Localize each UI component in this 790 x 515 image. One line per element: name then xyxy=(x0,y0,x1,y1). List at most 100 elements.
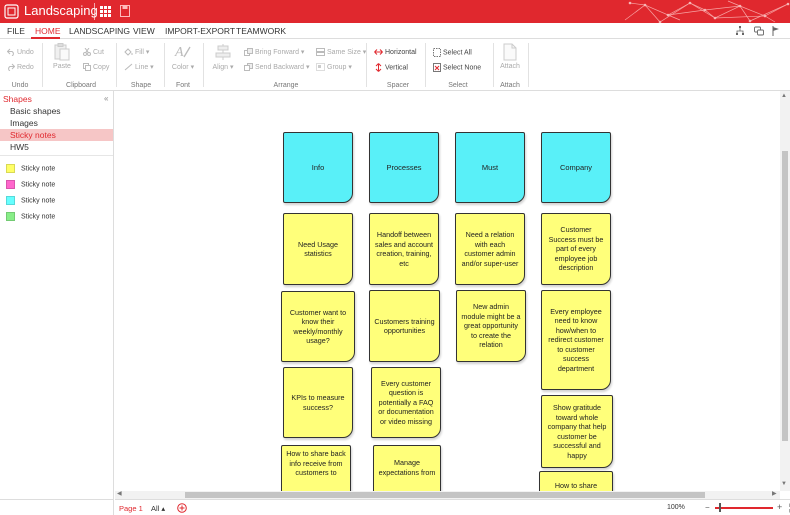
menu-file[interactable]: FILE xyxy=(7,26,25,36)
sticky-note-yellow-shape[interactable]: Sticky note xyxy=(6,164,55,176)
ribbon-divider xyxy=(203,43,204,87)
sticky-note-header-company[interactable]: Company xyxy=(541,132,611,203)
org-chart-icon[interactable] xyxy=(735,26,745,36)
shape-label: Sticky note xyxy=(21,165,56,173)
scroll-left-arrow-icon[interactable]: ◀ xyxy=(117,490,122,497)
panel-footer xyxy=(0,499,114,515)
category-hw5[interactable]: HW5 xyxy=(0,141,113,153)
all-pages-dropdown[interactable]: All ▴ xyxy=(151,504,165,513)
undo-label: Undo xyxy=(17,48,34,56)
sticky-note-header-must[interactable]: Must xyxy=(455,132,525,203)
align-label: Align xyxy=(212,64,229,71)
sticky-note[interactable]: KPIs to measure success? xyxy=(283,367,353,438)
sticky-note-header-info[interactable]: Info xyxy=(283,132,353,203)
font-color-button[interactable]: A Color ▾ xyxy=(168,43,198,71)
redo-label: Redo xyxy=(17,63,34,71)
sticky-note-green-shape[interactable]: Sticky note xyxy=(6,212,55,224)
undo-button[interactable]: Undo xyxy=(7,48,34,56)
menu-teamwork[interactable]: TEAMWORK xyxy=(236,26,286,36)
sticky-note[interactable]: Every customer question is potentially a… xyxy=(371,367,441,438)
flag-icon[interactable] xyxy=(771,26,781,36)
select-all-button[interactable]: Select All xyxy=(433,48,472,57)
redo-button[interactable]: Redo xyxy=(7,63,34,71)
bring-forward-button[interactable]: Bring Forward ▾ xyxy=(244,48,304,57)
ribbon-divider xyxy=(42,43,43,87)
zoom-slider-handle[interactable] xyxy=(719,503,721,512)
send-backward-button[interactable]: Send Backward ▾ xyxy=(244,63,310,72)
page-tab-page-1[interactable]: Page 1 xyxy=(119,504,143,513)
collapse-panel-button[interactable]: « xyxy=(104,94,108,103)
zoom-level: 100% xyxy=(667,504,685,511)
sticky-note[interactable]: How to share back info receive from cust… xyxy=(281,445,351,491)
comments-icon[interactable] xyxy=(754,26,764,36)
horizontal-scrollbar[interactable]: ◀ ▶ xyxy=(115,491,780,499)
menu-bar: FILE HOME LANDSCAPING VIEW IMPORT-EXPORT… xyxy=(0,23,790,39)
sticky-note[interactable]: Need Usage statistics xyxy=(283,213,353,285)
sticky-note[interactable]: How to share xyxy=(539,471,613,491)
sticky-note[interactable]: Need a relation with each customer admin… xyxy=(455,213,525,285)
all-pages-label: All xyxy=(151,504,160,513)
shape-label: Sticky note xyxy=(21,197,56,205)
paste-button[interactable]: Paste xyxy=(50,43,74,70)
sticky-note[interactable]: Customers training opportunities xyxy=(369,290,440,362)
select-group-title: Select xyxy=(448,82,468,89)
vertical-spacer-button[interactable]: Vertical xyxy=(374,63,408,72)
vertical-scrollbar[interactable]: ▲ ▼ xyxy=(780,91,790,491)
category-images[interactable]: Images xyxy=(0,117,113,129)
diagram-canvas[interactable]: Info Processes Must Company Need Usage s… xyxy=(115,91,780,491)
line-button[interactable]: Line ▾ xyxy=(124,63,154,71)
zoom-slider[interactable] xyxy=(715,507,773,509)
sticky-note-header-processes[interactable]: Processes xyxy=(369,132,439,203)
ribbon: Undo Redo Undo Paste Cut Copy Clipboard … xyxy=(0,39,790,91)
send-backward-icon xyxy=(244,63,253,72)
align-button[interactable]: Align ▾ xyxy=(209,43,237,71)
attach-button[interactable]: Attach xyxy=(497,43,523,70)
save-icon[interactable] xyxy=(120,5,130,17)
same-size-button[interactable]: Same Size ▾ xyxy=(316,48,366,57)
sticky-note[interactable]: Manage expectations from xyxy=(373,445,441,491)
shape-label: Sticky note xyxy=(21,213,56,221)
zoom-in-button[interactable]: + xyxy=(777,502,782,512)
vertical-scrollbar-thumb[interactable] xyxy=(782,151,788,441)
select-none-icon xyxy=(433,63,441,72)
select-none-button[interactable]: Select None xyxy=(433,63,481,72)
scroll-down-arrow-icon[interactable]: ▼ xyxy=(781,481,787,487)
add-page-icon[interactable] xyxy=(177,503,187,513)
category-sticky-notes[interactable]: Sticky notes xyxy=(0,129,113,141)
menu-landscaping[interactable]: LANDSCAPING xyxy=(69,26,130,36)
arrange-group-title: Arrange xyxy=(273,82,299,89)
sticky-note-yellow-swatch xyxy=(6,164,15,173)
copy-button[interactable]: Copy xyxy=(83,63,109,71)
cut-icon xyxy=(83,48,91,56)
sticky-note[interactable]: New admin module might be a great opport… xyxy=(456,290,526,362)
sticky-note[interactable]: Handoff between sales and account creati… xyxy=(369,213,439,285)
attach-label: Attach xyxy=(500,63,520,70)
zoom-out-button[interactable]: − xyxy=(705,503,710,512)
app-window: Landscaping FILE HOME LANDSCAPING VIEW I… xyxy=(0,0,790,515)
sticky-note[interactable]: Every employee need to know how/when to … xyxy=(541,290,611,390)
menu-view[interactable]: VIEW xyxy=(133,26,155,36)
attach-group-title: Attach xyxy=(500,82,520,89)
bring-forward-label: Bring Forward xyxy=(255,49,299,56)
fill-button[interactable]: Fill ▾ xyxy=(124,48,149,56)
status-bar: Page 1 All ▴ 100% − + xyxy=(115,499,790,515)
panel-divider xyxy=(0,155,113,156)
scroll-up-arrow-icon[interactable]: ▲ xyxy=(781,93,787,99)
scroll-right-arrow-icon[interactable]: ▶ xyxy=(772,490,777,497)
sticky-note-pink-shape[interactable]: Sticky note xyxy=(6,180,55,192)
menu-import-export[interactable]: IMPORT-EXPORT xyxy=(165,26,235,36)
horizontal-spacer-button[interactable]: Horizontal xyxy=(374,48,417,56)
sticky-note-cyan-swatch xyxy=(6,196,15,205)
apps-grid-icon[interactable] xyxy=(98,4,113,19)
sticky-note[interactable]: Show gratitude toward whole company that… xyxy=(541,395,613,468)
vertical-spacer-icon xyxy=(375,63,382,72)
group-button[interactable]: Group ▾ xyxy=(316,63,352,72)
horizontal-scrollbar-thumb[interactable] xyxy=(185,492,705,498)
menu-home[interactable]: HOME xyxy=(35,26,61,36)
sticky-note[interactable]: Customer Success must be part of every e… xyxy=(541,213,611,285)
sticky-note-cyan-shape[interactable]: Sticky note xyxy=(6,196,55,208)
sticky-note[interactable]: Customer want to know their weekly/month… xyxy=(281,291,355,362)
cut-button[interactable]: Cut xyxy=(83,48,104,56)
category-basic-shapes[interactable]: Basic shapes xyxy=(0,105,113,117)
select-all-icon xyxy=(433,48,441,57)
